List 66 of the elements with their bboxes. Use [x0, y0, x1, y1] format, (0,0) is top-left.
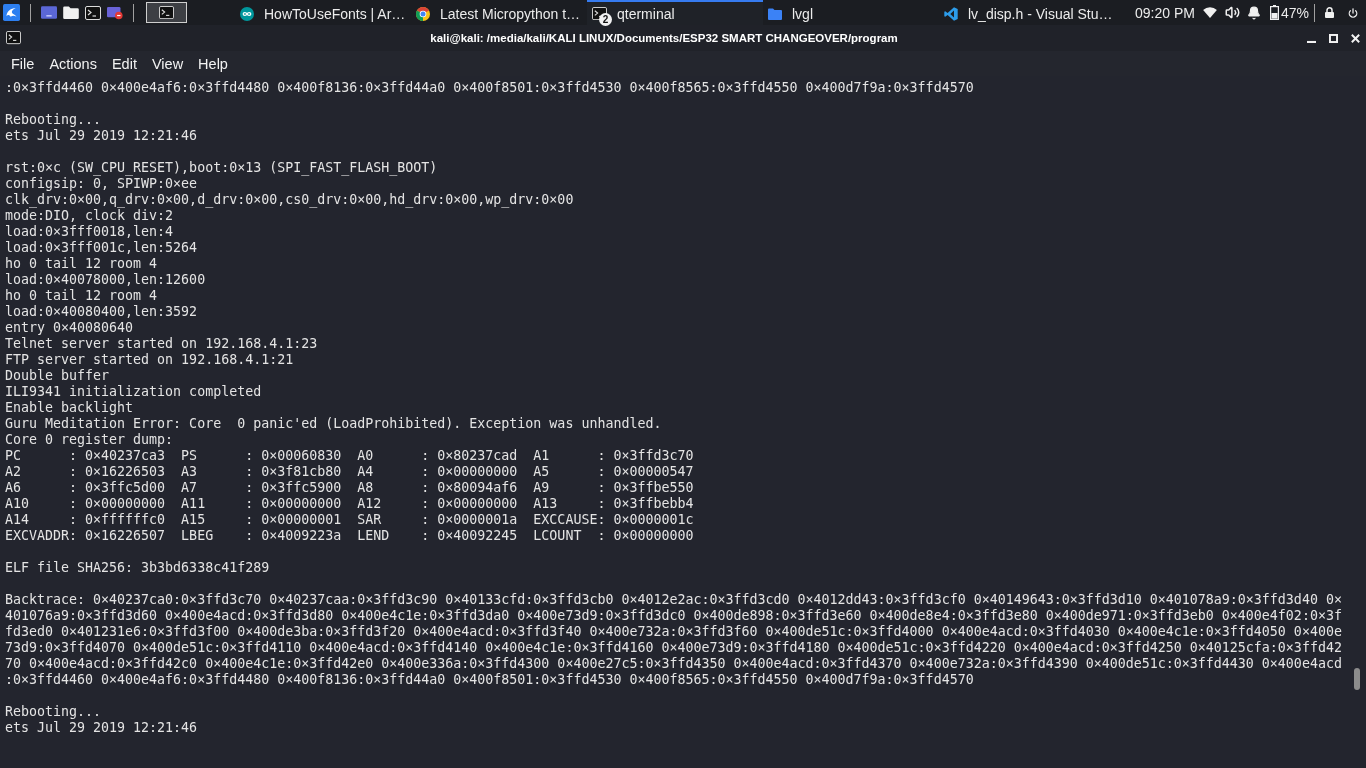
taskbar-item[interactable]: lv_disp.h - Visual Stu… — [939, 0, 1115, 25]
lock-icon[interactable] — [1325, 7, 1334, 18]
code-editor-icon — [944, 6, 958, 21]
terminal-line: mode:DIO, clock div:2 — [5, 208, 175, 224]
terminal-icon[interactable] — [85, 5, 101, 20]
logo-icon[interactable] — [3, 4, 20, 21]
terminal-line: A14 : 0×ffffffc0 A15 : 0×00000001 SAR : 0×0000001a EXCCAUSE: 0×0000001c — [5, 512, 695, 528]
terminal-line: A10 : 0×00000000 A11 : 0×00000000 A12 : 0×00000000 A13 : 0×3ffbebb4 — [5, 496, 695, 512]
terminal-line: load:0×40078000,len:12600 — [5, 272, 207, 288]
workspace-button[interactable] — [146, 2, 187, 23]
terminal-line: :0×3ffd4460 0×400e4af6:0×3ffd4480 0×400f8136:0×3ffd44a0 0×400f8501:0×3ffd4530 0×400f8565:0×3ffd4550 0×400d7f9a:0×3ffd4570 — [5, 80, 975, 96]
taskbar-item[interactable]: 2 qterminal — [587, 0, 763, 25]
menu-item[interactable]: File — [11, 55, 35, 72]
volume-icon[interactable] — [1224, 5, 1240, 20]
terminal-line: PC : 0×40237ca3 PS : 0×00060830 A0 : 0×80237cad A1 : 0×3ffd3c70 — [5, 448, 695, 464]
maximize-icon[interactable] — [1329, 33, 1338, 43]
terminal-icon — [592, 6, 607, 21]
clock-text[interactable]: 09:20 PM — [1135, 4, 1195, 21]
terminal-line: Telnet server started on 192.168.4.1:23 — [5, 336, 319, 352]
terminal-line: Guru Meditation Error: Core 0 panic'ed (LoadProhibited). Exception was unhandled. — [5, 416, 663, 432]
folder-icon — [768, 7, 782, 20]
taskbar-item[interactable]: HowToUseFonts | Ar… — [235, 0, 411, 25]
terminal-line: Rebooting... — [5, 704, 103, 720]
taskbar-item[interactable]: lvgl — [763, 0, 939, 25]
bell-icon[interactable] — [1246, 5, 1261, 20]
terminal-line: load:0×3fff0018,len:4 — [5, 224, 175, 240]
taskbar-item[interactable]: Latest Micropython t… — [411, 0, 587, 25]
scrollbar-thumb[interactable] — [1354, 668, 1360, 690]
terminal-line: ILI9341 initialization completed — [5, 384, 263, 400]
terminal-line: ELF file SHA256: 3b3bd6338c41f289 — [5, 560, 271, 576]
terminal-line: configsip: 0, SPIWP:0×ee — [5, 176, 199, 192]
terminal-line: A6 : 0×3ffc5d00 A7 : 0×3ffc5900 A8 : 0×80094af6 A9 : 0×3ffbe550 — [5, 480, 695, 496]
menu-item[interactable]: Actions — [49, 55, 97, 72]
terminal-line: ets Jul 29 2019 12:21:46 — [5, 128, 199, 144]
close-icon[interactable] — [1351, 33, 1360, 43]
terminal-line: clk_drv:0×00,q_drv:0×00,d_drv:0×00,cs0_drv:0×00,hd_drv:0×00,wp_drv:0×00 — [5, 192, 575, 208]
terminal-line: Core 0 register dump: — [5, 432, 175, 448]
battery-percent[interactable]: 47% — [1280, 4, 1309, 21]
terminal-line: Backtrace: 0×40237ca0:0×3ffd3c70 0×40237caa:0×3ffd3c90 0×40133cfd:0×3ffd3cb0 0×4012e2ac:0×3ffd3cd0 0×4012dd43:0×3ffd3cf0 0×40149643:0×3ffd3d10 0×401078a9:0×3ffd3d40 0×401076a9:0×3ffd3d60 0×400e4acd:0×3ffd3d80 0×400e4c1e:0×3ffd3da0 0×400e73d9:0×3ffd3dc0 0×400de898:0×3ffd3e60 0×400de8e4:0×3ffd3e80 0×400de971:0×3ffd3eb0 0×400e4f02:0×3ffd3ed0 0×401231e6:0×3ffd3f00 0×400de3ba:0×3ffd3f20 0×400e4acd:0×3ffd3f40 0×400e732a:0×3ffd3f60 0×400de51c:0×3ffd4000 0×400e4acd:0×3ffd4030 0×400e4c1e:0×3ffd4050 0×400e73d9:0×3ffd4070 0×400de51c:0×3ffd4110 0×400e4acd:0×3ffd4140 0×400e4c1e:0×3ffd4160 0×400e73d9:0×3ffd4180 0×400de51c:0×3ffd4220 0×400e4acd:0×3ffd4250 0×40125cfa:0×3ffd4270 0×400e4acd:0×3ffd42c0 0×400e4c1e:0×3ffd42e0 0×400e336a:0×3ffd4300 0×400e27c5:0×3ffd4350 0×400e4acd:0×3ffd4370 0×400e732a:0×3ffd4390 0×400de51c:0×3ffd4430 0×400e4acd:0×3ffd4460 0×400e4af6:0×3ffd4480 0×400f8136:0×3ffd44a0 0×400f8501:0×3ffd4530 0×400f8565:0×3ffd4550 0×400d7f9a:0×3ffd4570 — [5, 592, 1343, 688]
screen-recorder-icon[interactable] — [107, 5, 123, 20]
infinity-logo-icon — [240, 6, 254, 21]
terminal-line: load:0×3fff001c,len:5264 — [5, 240, 199, 256]
window-title: kali@kali: /media/kali/KALI LINUX/Documents/ESP32 SMART CHANGEOVER/program — [429, 32, 899, 44]
terminal-line: Enable backlight — [5, 400, 135, 416]
menu-item[interactable]: Help — [198, 55, 228, 72]
terminal-line: entry 0×40080640 — [5, 320, 135, 336]
wifi-icon[interactable] — [1202, 7, 1217, 18]
terminal-line: ho 0 tail 12 room 4 — [5, 288, 159, 304]
folder-icon[interactable] — [63, 6, 79, 19]
terminal-line: rst:0×c (SW_CPU_RESET),boot:0×13 (SPI_FAST_FLASH_BOOT) — [5, 160, 439, 176]
terminal-line: EXCVADDR: 0×16226507 LBEG : 0×4009223a LEND : 0×40092245 LCOUNT : 0×00000000 — [5, 528, 695, 544]
terminal-line: load:0×40080400,len:3592 — [5, 304, 199, 320]
power-icon[interactable] — [1348, 7, 1358, 18]
menu-item[interactable]: Edit — [111, 55, 137, 72]
terminal-line: ets Jul 29 2019 12:21:46 — [5, 720, 199, 736]
terminal-line: FTP server started on 192.168.4.1:21 — [5, 352, 295, 368]
browser-icon — [416, 6, 430, 21]
terminal-icon — [159, 5, 174, 20]
battery-icon[interactable] — [1269, 5, 1279, 20]
terminal-line: Double buffer — [5, 368, 111, 384]
terminal-line: A2 : 0×16226503 A3 : 0×3f81cb80 A4 : 0×00000000 A5 : 0×00000547 — [5, 464, 695, 480]
terminal-line: ho 0 tail 12 room 4 — [5, 256, 159, 272]
terminal-icon — [6, 31, 21, 45]
monitor-icon[interactable] — [41, 6, 57, 19]
menu-item[interactable]: View — [151, 55, 184, 72]
terminal-line: Rebooting... — [5, 112, 103, 128]
